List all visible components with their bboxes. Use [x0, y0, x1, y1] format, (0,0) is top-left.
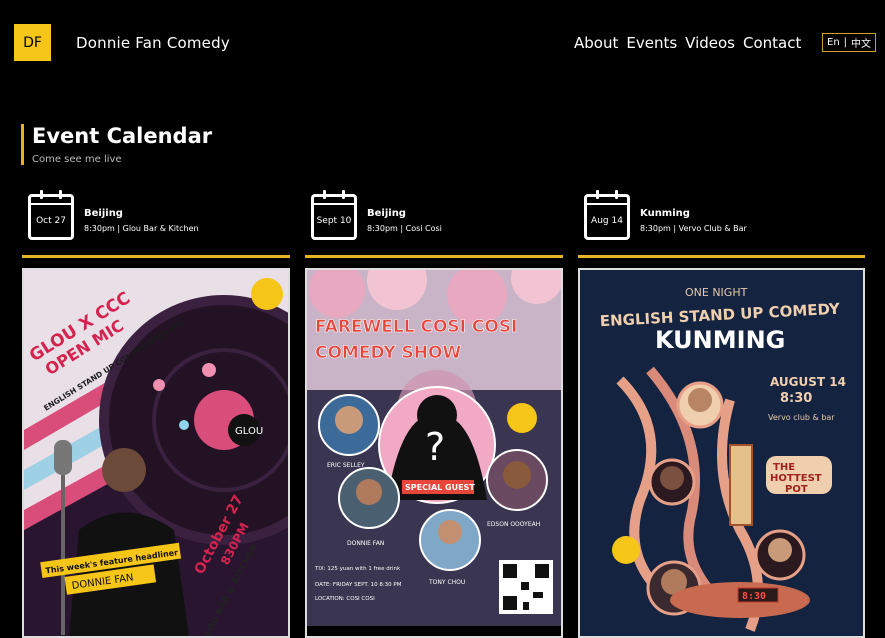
- event-city: Beijing: [367, 208, 406, 219]
- lang-zh[interactable]: 中文: [851, 35, 871, 50]
- event-date: Sept 10: [316, 216, 352, 226]
- event-time-venue: 8:30pm | Vervo Club & Bar: [640, 224, 747, 233]
- event-poster[interactable]: GLOU GLOU X CCC OPEN MIC ENGLISH STAND U…: [22, 268, 290, 638]
- poster-special-guest: SPECIAL GUEST: [405, 483, 475, 492]
- poster-venue: Vervo club & bar: [768, 413, 835, 422]
- calendar-icon: Aug 14: [584, 190, 630, 240]
- event-city: Beijing: [84, 208, 123, 219]
- page-title: Event Calendar: [32, 124, 213, 148]
- poster-date: AUGUST 14: [770, 375, 846, 389]
- logo[interactable]: DF: [14, 24, 51, 61]
- performer-name: DONNIE FAN: [347, 540, 384, 547]
- page-subtitle: Come see me live: [32, 154, 122, 165]
- event-divider: [305, 255, 563, 258]
- nav-events[interactable]: Events: [626, 34, 677, 52]
- event-city: Kunming: [640, 208, 690, 219]
- lang-separator: |: [843, 37, 848, 48]
- event-divider: [22, 255, 290, 258]
- svg-text:?: ?: [425, 425, 445, 469]
- poster-ticket: TIX: 125 yuan with 1 free drink: [314, 566, 401, 572]
- calendar-icon: Sept 10: [311, 190, 357, 240]
- poster-kicker: ONE NIGHT: [685, 286, 748, 299]
- performer-name: ERIC SELLEY: [327, 462, 365, 469]
- main-nav: About Events Videos Contact: [574, 34, 801, 52]
- language-switcher: En | 中文: [822, 33, 877, 52]
- heading-accent-bar: [21, 124, 24, 165]
- poster-hotpot-2: HOTTEST: [770, 473, 822, 484]
- poster-sign: 8:30: [742, 591, 766, 602]
- nav-contact[interactable]: Contact: [743, 34, 801, 52]
- event-time-venue: 8:30pm | Cosi Cosi: [367, 224, 442, 233]
- nav-about[interactable]: About: [574, 34, 618, 52]
- event-poster[interactable]: ONE NIGHT ENGLISH STAND UP COMEDY KUNMIN…: [578, 268, 865, 638]
- poster-title-2: COMEDY SHOW: [315, 343, 461, 363]
- poster-hotpot-1: THE: [773, 462, 795, 473]
- lang-en[interactable]: En: [827, 37, 840, 48]
- poster-time: 8:30: [780, 391, 812, 406]
- site-title[interactable]: Donnie Fan Comedy: [76, 34, 230, 52]
- event-time-venue: 8:30pm | Glou Bar & Kitchen: [84, 224, 199, 233]
- performer-name: EDSON OOOYEAH: [487, 521, 540, 528]
- poster-hotpot-3: POT: [785, 484, 808, 495]
- nav-videos[interactable]: Videos: [685, 34, 735, 52]
- event-date: Aug 14: [591, 216, 623, 226]
- poster-title-2: KUNMING: [655, 326, 785, 354]
- event-date: Oct 27: [36, 216, 66, 226]
- poster-title-1: FAREWELL COSI COSI: [315, 317, 517, 337]
- event-divider: [578, 255, 865, 258]
- poster-date-line: DATE: FRIDAY SEPT. 10 8:30 PM: [315, 582, 402, 588]
- calendar-icon: Oct 27: [28, 190, 74, 240]
- poster-brand: GLOU: [235, 426, 263, 437]
- event-poster[interactable]: FAREWELL COSI COSI COMEDY SHOW ERIC SELL…: [305, 268, 563, 638]
- performer-name: TONY CHOU: [428, 579, 465, 586]
- poster-location: LOCATION: COSI COSI: [315, 596, 375, 602]
